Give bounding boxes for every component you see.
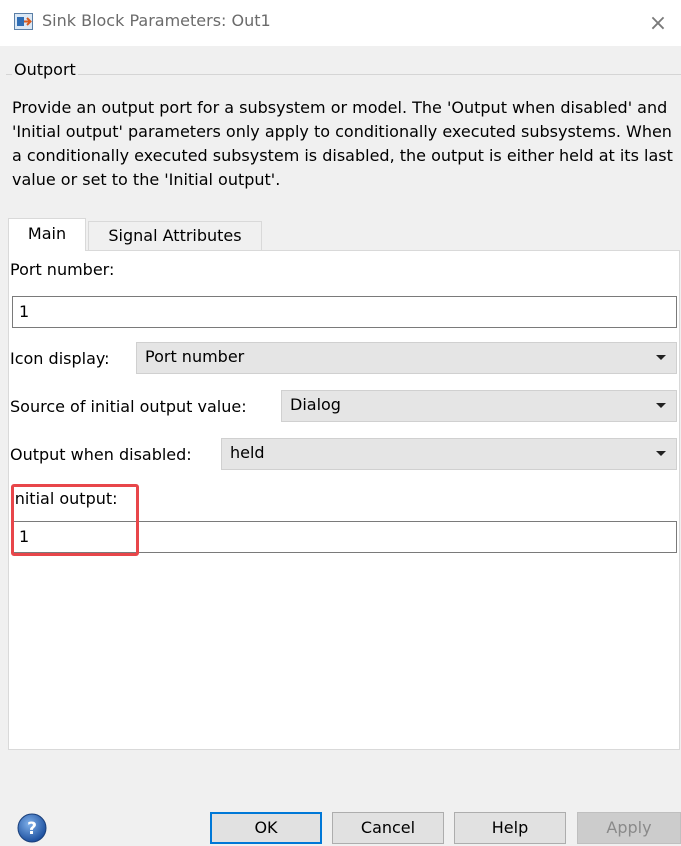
tab-main[interactable]: Main [8, 218, 86, 251]
chevron-down-icon [656, 451, 666, 456]
output-disabled-select[interactable]: held [221, 438, 677, 470]
group-title: Outport [12, 60, 78, 79]
block-description: Provide an output port for a subsystem o… [12, 98, 673, 189]
svg-text:?: ? [27, 819, 37, 839]
simulink-block-icon [14, 13, 33, 30]
title-bar: Sink Block Parameters: Out1 × [0, 0, 681, 46]
dialog-body: Outport Provide an output port for a sub… [0, 46, 681, 846]
apply-button[interactable]: Apply [577, 812, 681, 844]
window-title: Sink Block Parameters: Out1 [42, 11, 271, 30]
help-button[interactable]: Help [454, 812, 566, 844]
help-question-icon[interactable]: ? [17, 813, 47, 843]
output-disabled-label: Output when disabled: [10, 445, 192, 464]
icon-display-value: Port number [145, 347, 245, 366]
chevron-down-icon [656, 403, 666, 408]
port-number-label: Port number: [10, 260, 115, 279]
source-initial-select[interactable]: Dialog [281, 390, 677, 422]
output-disabled-value: held [230, 443, 265, 462]
close-button[interactable]: × [635, 0, 681, 46]
cancel-button[interactable]: Cancel [332, 812, 444, 844]
icon-display-label: Icon display: [10, 349, 110, 368]
source-initial-value: Dialog [290, 395, 341, 414]
chevron-down-icon [656, 355, 666, 360]
close-icon[interactable]: × [649, 11, 667, 36]
icon-display-select[interactable]: Port number [136, 342, 677, 374]
source-initial-label: Source of initial output value: [10, 397, 247, 416]
ok-button[interactable]: OK [210, 812, 322, 844]
port-number-input[interactable]: 1 [12, 296, 677, 328]
tab-signal-attributes[interactable]: Signal Attributes [88, 221, 262, 250]
annotation-highlight-box [11, 484, 139, 556]
